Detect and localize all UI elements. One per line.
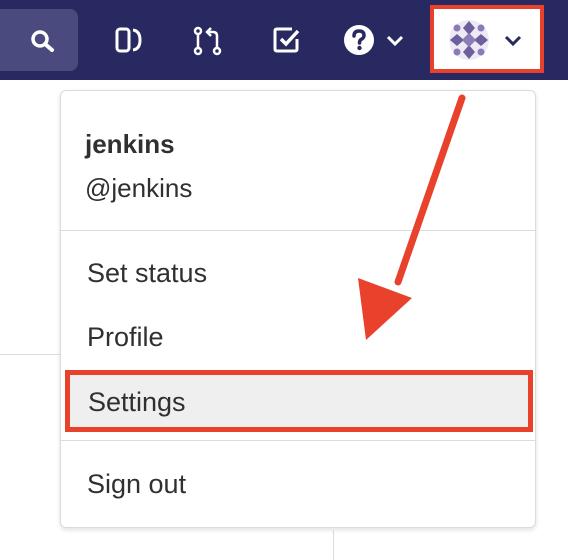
annotation-arrow [358, 94, 466, 340]
